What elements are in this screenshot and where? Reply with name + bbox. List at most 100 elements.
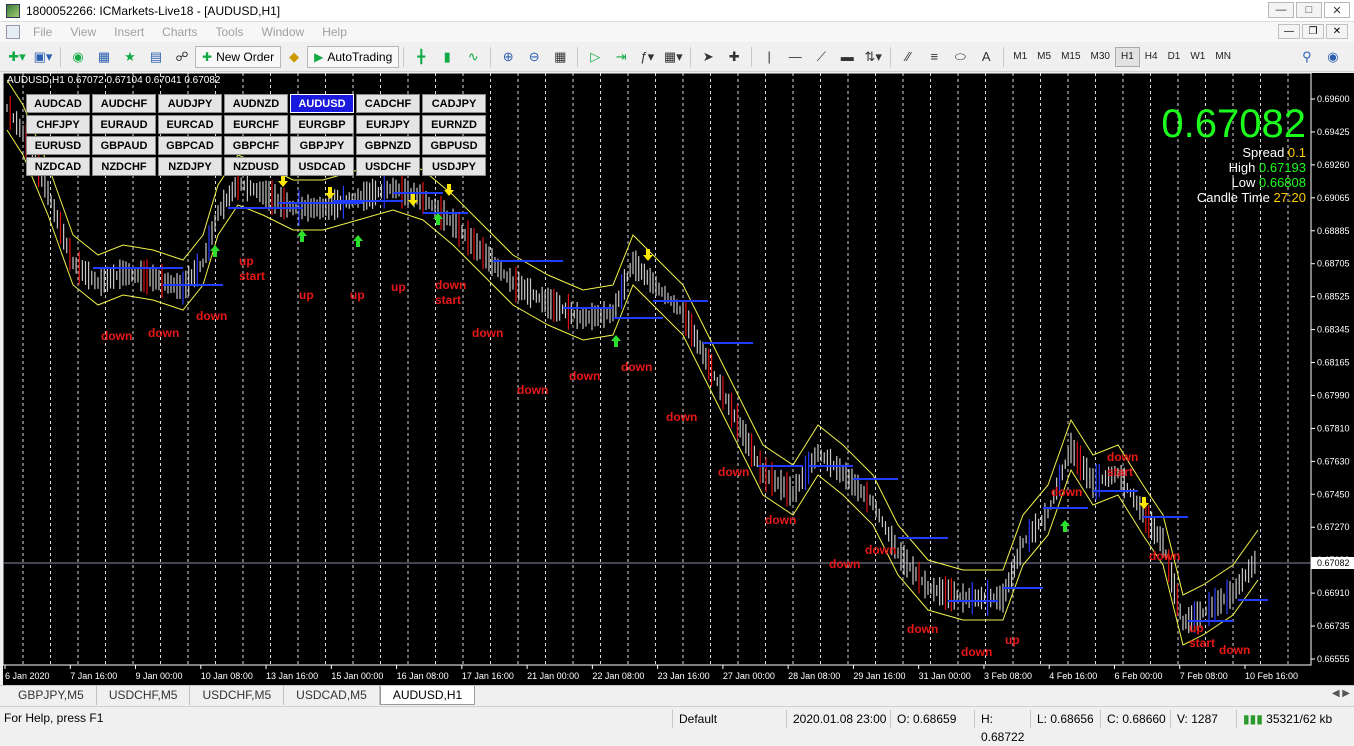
tab-gbpjpy-m5[interactable]: GBPJPY,M5 [6, 686, 97, 705]
timeframe-d1[interactable]: D1 [1163, 47, 1186, 67]
timeframe-m30[interactable]: M30 [1086, 47, 1115, 67]
mdi-close-icon[interactable]: ✕ [1326, 24, 1348, 39]
tab-scroll-icon[interactable]: ◀ ▶ [1332, 688, 1350, 699]
templates-icon[interactable]: ▦▾ [662, 46, 684, 68]
new-order-button[interactable]: ✚ New Order [195, 45, 282, 68]
symbol-button-eurjpy[interactable]: EURJPY [356, 115, 420, 134]
fibo-icon[interactable]: ≡ [923, 46, 945, 68]
timeframe-h1[interactable]: H1 [1114, 46, 1140, 67]
candlestick-icon[interactable]: ▮ [436, 46, 458, 68]
spread-label: Spread [1242, 145, 1285, 160]
symbol-button-eurusd[interactable]: EURUSD [26, 136, 90, 155]
tab-usdcad-m5[interactable]: USDCAD,M5 [284, 686, 380, 705]
chart-window[interactable]: 0.69600 0.69425 0.69260 0.69065 0.68885 0.687… [3, 73, 1354, 685]
line-chart-icon[interactable]: ∿ [462, 46, 484, 68]
minimize-icon[interactable]: — [1268, 2, 1294, 18]
channel-icon[interactable]: ⁄⁄ [897, 46, 919, 68]
symbol-button-euraud[interactable]: EURAUD [92, 115, 156, 134]
menu-file[interactable]: File [24, 25, 61, 39]
symbol-button-cadjpy[interactable]: CADJPY [422, 94, 486, 113]
title-bar: 1800052266: ICMarkets-Live18 - [AUDUSD,H… [0, 0, 1354, 22]
window-title: 1800052266: ICMarkets-Live18 - [AUDUSD,H… [26, 3, 281, 18]
navigator-icon[interactable]: ★ [119, 46, 141, 68]
ellipse-icon[interactable]: ⬭ [949, 46, 971, 68]
menu-tools[interactable]: Tools [207, 25, 253, 39]
timeframe-m15[interactable]: M15 [1056, 47, 1085, 67]
symbol-button-eurchf[interactable]: EURCHF [224, 115, 288, 134]
cursor-icon[interactable]: ➤ [697, 46, 719, 68]
signal-label: down start [435, 278, 466, 307]
profiles-icon[interactable]: ▣▾ [32, 46, 54, 68]
symbol-button-gbpnzd[interactable]: GBPNZD [356, 136, 420, 155]
symbol-button-usdjpy[interactable]: USDJPY [422, 157, 486, 176]
indicators-icon[interactable]: ƒ▾ [636, 46, 658, 68]
metaeditor-icon[interactable]: ◆ [283, 46, 305, 68]
chart-shift-icon[interactable]: ⇥ [610, 46, 632, 68]
timeframe-mn[interactable]: MN [1210, 47, 1236, 67]
menu-charts[interactable]: Charts [153, 25, 206, 39]
zoom-in-icon[interactable]: ⊕ [497, 46, 519, 68]
signal-label: down [472, 326, 503, 340]
signal-label: down [1219, 643, 1250, 657]
symbol-button-eurgbp[interactable]: EURGBP [290, 115, 354, 134]
data-window-icon[interactable]: ▦ [93, 46, 115, 68]
symbol-button-usdchf[interactable]: USDCHF [356, 157, 420, 176]
terminal-icon[interactable]: ▤ [145, 46, 167, 68]
timeframe-w1[interactable]: W1 [1185, 47, 1210, 67]
symbol-button-nzdusd[interactable]: NZDUSD [224, 157, 288, 176]
tab-usdchf-m5[interactable]: USDCHF,M5 [97, 686, 191, 705]
symbol-button-usdcad[interactable]: USDCAD [290, 157, 354, 176]
symbol-button-audchf[interactable]: AUDCHF [92, 94, 156, 113]
horizontal-line-icon[interactable]: — [784, 46, 806, 68]
symbol-button-nzdchf[interactable]: NZDCHF [92, 157, 156, 176]
symbol-button-audjpy[interactable]: AUDJPY [158, 94, 222, 113]
tab-usdchf-m5-2[interactable]: USDCHF,M5 [190, 686, 285, 705]
symbol-button-gbpcad[interactable]: GBPCAD [158, 136, 222, 155]
tile-windows-icon[interactable]: ▦ [549, 46, 571, 68]
symbol-button-audcad[interactable]: AUDCAD [26, 94, 90, 113]
symbol-button-gbpusd[interactable]: GBPUSD [422, 136, 486, 155]
tab-audusd-h1[interactable]: AUDUSD,H1 [379, 686, 476, 705]
symbol-button-audnzd[interactable]: AUDNZD [224, 94, 288, 113]
market-watch-icon[interactable]: ◉ [67, 46, 89, 68]
autotrading-button[interactable]: ▶ AutoTrading [307, 45, 400, 68]
symbol-button-chfjpy[interactable]: CHFJPY [26, 115, 90, 134]
symbol-button-gbpchf[interactable]: GBPCHF [224, 136, 288, 155]
menu-view[interactable]: View [61, 25, 105, 39]
symbol-button-cadchf[interactable]: CADCHF [356, 94, 420, 113]
maximize-icon[interactable]: □ [1296, 2, 1322, 18]
crosshair-icon[interactable]: ✚ [723, 46, 745, 68]
trendline-icon[interactable]: ⟋ [810, 46, 832, 68]
search-icon[interactable]: ⚲ [1296, 46, 1318, 68]
strategy-tester-icon[interactable]: ☍ [171, 46, 193, 68]
menu-window[interactable]: Window [253, 25, 314, 39]
mdi-restore-icon[interactable]: ❐ [1302, 24, 1324, 39]
symbol-button-gbpjpy[interactable]: GBPJPY [290, 136, 354, 155]
symbol-button-nzdjpy[interactable]: NZDJPY [158, 157, 222, 176]
price-axis-label: 0.66555 [1317, 654, 1350, 664]
symbol-button-eurcad[interactable]: EURCAD [158, 115, 222, 134]
timeframe-h4[interactable]: H4 [1140, 47, 1163, 67]
menu-help[interactable]: Help [313, 25, 356, 39]
zoom-out-icon[interactable]: ⊖ [523, 46, 545, 68]
symbol-button-nzdcad[interactable]: NZDCAD [26, 157, 90, 176]
new-chart-icon[interactable]: ✚▾ [6, 46, 28, 68]
auto-scroll-icon[interactable]: ▷ [584, 46, 606, 68]
arrows-icon[interactable]: ⇅▾ [862, 46, 884, 68]
timeframe-m1[interactable]: M1 [1008, 47, 1032, 67]
bar-chart-icon[interactable]: ╋ [410, 46, 432, 68]
close-icon[interactable]: ✕ [1324, 2, 1350, 18]
rectangle-icon[interactable]: ▬ [836, 46, 858, 68]
text-tool-icon[interactable]: A [975, 46, 997, 68]
menu-insert[interactable]: Insert [105, 25, 153, 39]
vertical-line-icon[interactable]: | [758, 46, 780, 68]
symbol-button-gbpaud[interactable]: GBPAUD [92, 136, 156, 155]
signal-label: down [718, 465, 749, 479]
mdi-minimize-icon[interactable]: — [1278, 24, 1300, 39]
document-icon[interactable] [6, 25, 20, 39]
community-icon[interactable]: ◉ [1322, 46, 1344, 68]
symbol-button-eurnzd[interactable]: EURNZD [422, 115, 486, 134]
time-axis-label: 17 Jan 16:00 [462, 671, 514, 681]
timeframe-m5[interactable]: M5 [1032, 47, 1056, 67]
symbol-button-audusd[interactable]: AUDUSD [290, 94, 354, 113]
